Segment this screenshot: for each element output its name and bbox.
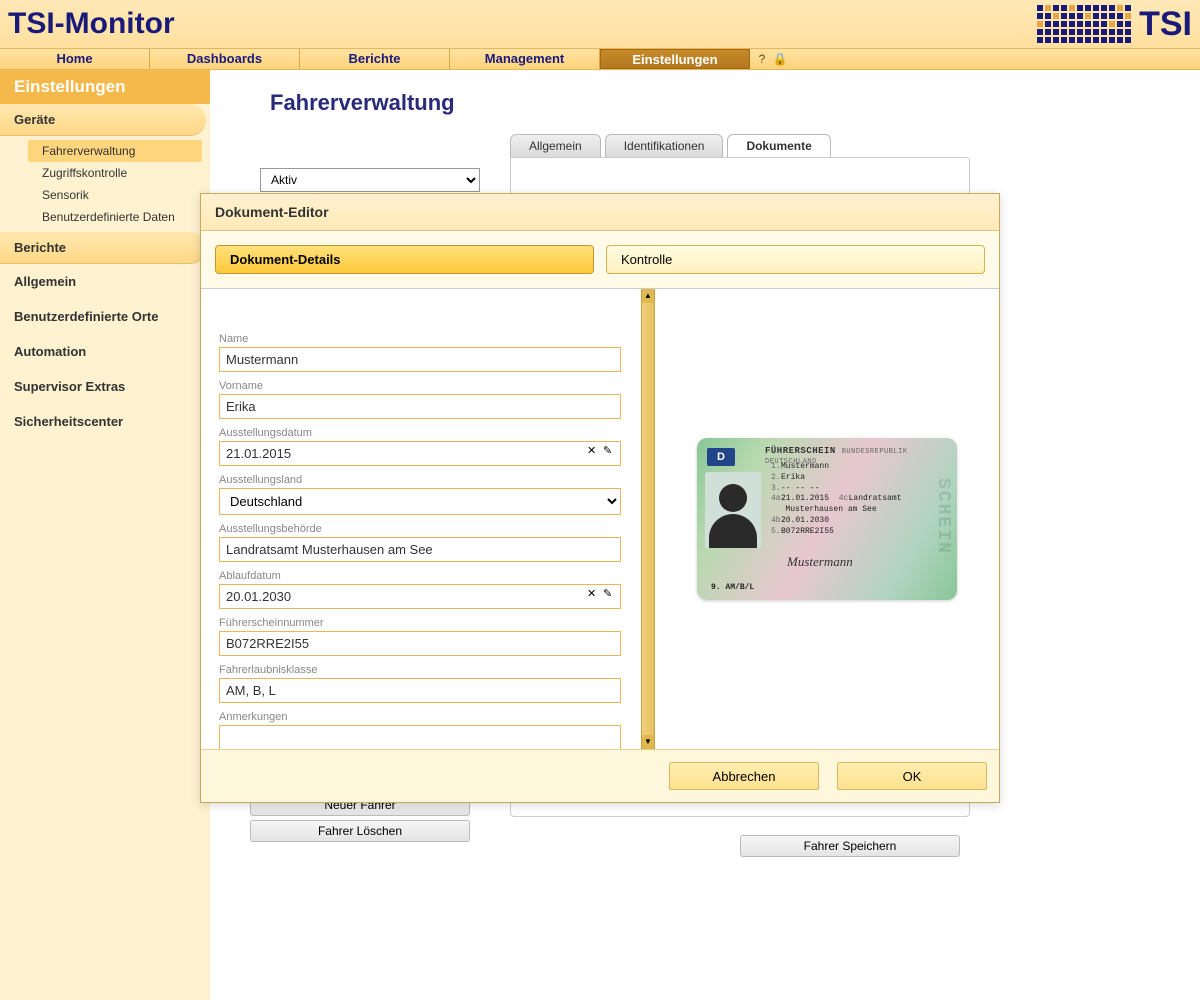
ablaufdatum-label: Ablaufdatum (219, 570, 621, 582)
nav-dashboards[interactable]: Dashboards (150, 49, 300, 69)
sidebar-item-zugriffskontrolle[interactable]: Zugriffskontrolle (28, 162, 210, 184)
scroll-up-icon[interactable]: ▲ (642, 289, 654, 303)
anmerkungen-label: Anmerkungen (219, 711, 621, 723)
sidebar-link-allgemein[interactable]: Allgemein (0, 264, 210, 299)
ausstellungsbehoerde-label: Ausstellungsbehörde (219, 523, 621, 535)
license-fields: 1.Mustermann 2.Erika 3.-- -- -- 4a.21.01… (771, 462, 901, 538)
edit-expiry-icon[interactable]: ✎ (603, 587, 617, 601)
modal-tab-kontrolle[interactable]: Kontrolle (606, 245, 985, 274)
vorname-input[interactable] (219, 394, 621, 419)
tab-allgemein[interactable]: Allgemein (510, 134, 601, 157)
page-title: Fahrerverwaltung (270, 90, 1170, 116)
name-input[interactable] (219, 347, 621, 372)
fahrerlaubnisklasse-input[interactable] (219, 678, 621, 703)
ausstellungsbehoerde-input[interactable] (219, 537, 621, 562)
sidebar-title: Einstellungen (0, 70, 210, 104)
edit-date-icon[interactable]: ✎ (603, 444, 617, 458)
tab-identifikationen[interactable]: Identifikationen (605, 134, 724, 157)
app-logo: TSI-Monitor (8, 7, 175, 41)
scroll-down-icon[interactable]: ▼ (642, 735, 654, 749)
license-card: D FÜHRERSCHEIN BUNDESREPUBLIK DEUTSCHLAN… (697, 438, 957, 600)
document-editor-modal: Dokument-Editor Dokument-Details Kontrol… (200, 193, 1000, 803)
vorname-label: Vorname (219, 380, 621, 392)
sidebar-link-supervisor-extras[interactable]: Supervisor Extras (0, 369, 210, 404)
lock-icon[interactable]: 🔒 (772, 51, 788, 67)
sidebar-section-geraete[interactable]: Geräte (0, 104, 206, 136)
sidebar-link-sicherheitscenter[interactable]: Sicherheitscenter (0, 404, 210, 439)
nav-einstellungen[interactable]: Einstellungen (600, 49, 750, 69)
sidebar: Einstellungen Geräte Fahrerverwaltung Zu… (0, 70, 210, 1000)
logo-right-container: TSI (1037, 5, 1192, 44)
modal-scrollbar[interactable]: ▲ ▼ (641, 289, 655, 749)
modal-title: Dokument-Editor (201, 194, 999, 231)
modal-form: Name Vorname Ausstellungsdatum ✕ ✎ Ausst… (201, 289, 641, 749)
logo-squares-icon (1037, 5, 1131, 43)
sidebar-item-fahrerverwaltung[interactable]: Fahrerverwaltung (28, 140, 202, 162)
nav-home[interactable]: Home (0, 49, 150, 69)
ok-button[interactable]: OK (837, 762, 987, 790)
sidebar-item-benutzerdefinierte-daten[interactable]: Benutzerdefinierte Daten (28, 206, 210, 228)
clear-date-icon[interactable]: ✕ (587, 444, 601, 458)
tab-dokumente[interactable]: Dokumente (727, 134, 830, 157)
anmerkungen-textarea[interactable] (219, 725, 621, 749)
logo-tsi-text: TSI (1139, 5, 1192, 44)
license-preview: D FÜHRERSCHEIN BUNDESREPUBLIK DEUTSCHLAN… (655, 289, 999, 749)
nav-management[interactable]: Management (450, 49, 600, 69)
sidebar-link-automation[interactable]: Automation (0, 334, 210, 369)
status-filter-select[interactable]: Aktiv (260, 168, 480, 192)
sidebar-link-benutzerdefinierte-orte[interactable]: Benutzerdefinierte Orte (0, 299, 210, 334)
ausstellungsland-label: Ausstellungsland (219, 474, 621, 486)
sidebar-section-berichte[interactable]: Berichte (0, 232, 206, 264)
app-header: TSI-Monitor TSI (0, 0, 1200, 48)
name-label: Name (219, 333, 621, 345)
license-signature: Mustermann (787, 554, 853, 570)
modal-tab-details[interactable]: Dokument-Details (215, 245, 594, 274)
license-watermark: SCHEIN (933, 478, 953, 555)
clear-expiry-icon[interactable]: ✕ (587, 587, 601, 601)
fuehrerscheinnummer-label: Führerscheinnummer (219, 617, 621, 629)
fahrerlaubnisklasse-label: Fahrerlaubnisklasse (219, 664, 621, 676)
nav-berichte[interactable]: Berichte (300, 49, 450, 69)
main-nav: Home Dashboards Berichte Management Eins… (0, 48, 1200, 70)
help-icon[interactable]: ? (754, 51, 770, 67)
cancel-button[interactable]: Abbrechen (669, 762, 819, 790)
fuehrerscheinnummer-input[interactable] (219, 631, 621, 656)
delete-driver-button[interactable]: Fahrer Löschen (250, 820, 470, 842)
ausstellungsland-select[interactable]: Deutschland (219, 488, 621, 515)
ablaufdatum-input[interactable] (219, 584, 621, 609)
license-flag-icon: D (707, 448, 735, 466)
ausstellungsdatum-input[interactable] (219, 441, 621, 466)
license-photo-icon (705, 472, 761, 548)
save-driver-button[interactable]: Fahrer Speichern (740, 835, 960, 857)
license-class: 9. AM/B/L (711, 583, 754, 592)
sidebar-item-sensorik[interactable]: Sensorik (28, 184, 210, 206)
ausstellungsdatum-label: Ausstellungsdatum (219, 427, 621, 439)
